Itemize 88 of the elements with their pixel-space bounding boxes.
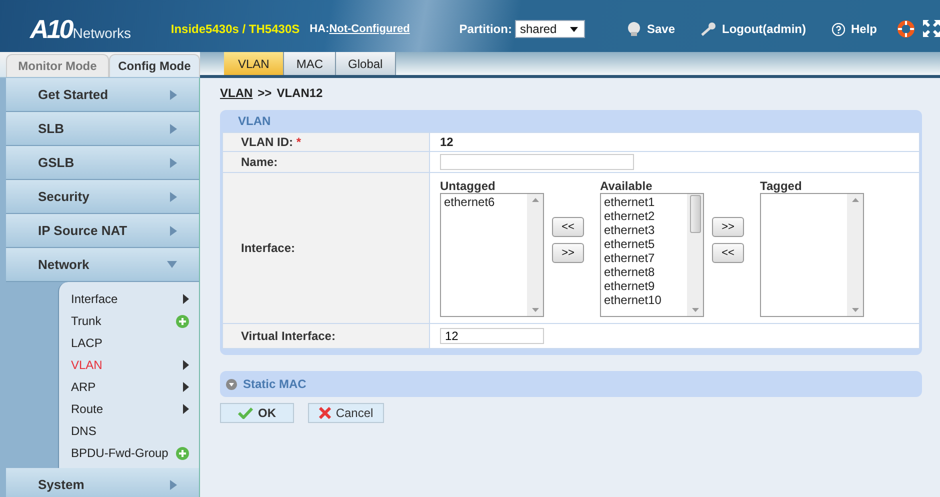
add-icon[interactable]	[176, 446, 189, 460]
chevron-icon	[170, 90, 177, 100]
form-button[interactable]: OK	[220, 403, 294, 423]
list-option[interactable]: ethernet1	[604, 195, 684, 209]
scroll-down-icon[interactable]	[532, 308, 538, 312]
triangle-icon	[183, 404, 189, 414]
chevron-down-icon	[167, 261, 177, 268]
bulb-icon	[626, 22, 641, 36]
cross-icon	[318, 407, 331, 419]
menu-item[interactable]: System	[6, 468, 199, 497]
menu-item[interactable]: Network	[6, 248, 199, 282]
triangle-icon	[183, 382, 189, 392]
check-icon	[238, 407, 253, 419]
list-box[interactable]	[760, 193, 864, 317]
list-title: Untagged	[440, 179, 496, 193]
scrollbar-thumb[interactable]	[690, 195, 700, 233]
lifebuoy-icon[interactable]	[897, 20, 915, 38]
submenu-item[interactable]: LACP	[59, 332, 199, 354]
fullscreen-icon[interactable]	[923, 20, 940, 37]
name-input[interactable]	[440, 154, 634, 170]
breadcrumb-link[interactable]: VLAN	[220, 86, 253, 100]
breadcrumb-separator: >>	[258, 86, 272, 100]
mode-tab[interactable]: Config Mode	[108, 54, 200, 77]
toggle-icon	[226, 378, 237, 390]
triangle-icon	[183, 360, 189, 370]
scroll-up-icon[interactable]	[532, 198, 538, 202]
triangle-icon	[183, 294, 189, 304]
submenu-item[interactable]: Route	[59, 398, 199, 420]
virtual-interface-input[interactable]: 12	[440, 328, 544, 344]
list-option[interactable]: ethernet2	[604, 209, 684, 223]
partition-label: Partition:	[459, 22, 512, 36]
key-icon	[701, 22, 716, 36]
field-label: VLAN ID: *	[222, 132, 430, 152]
menu-item[interactable]: SLB	[6, 112, 199, 146]
form-button[interactable]: Cancel	[308, 403, 384, 423]
device-name: Inside5430s / TH5430S	[170, 22, 300, 36]
partition-dropdown[interactable]: shared	[514, 20, 585, 38]
panel-title: VLAN	[238, 114, 271, 128]
menu-item[interactable]: Get Started	[6, 78, 199, 112]
list-option[interactable]: ethernet7	[604, 251, 684, 265]
field-label: Interface:	[222, 172, 430, 324]
vlan-id-value: 12	[430, 132, 920, 152]
move-button[interactable]: <<	[552, 217, 584, 237]
scroll-down-icon[interactable]	[692, 308, 698, 312]
list-option[interactable]: ethernet6	[444, 195, 524, 209]
breadcrumb-current: VLAN12	[276, 86, 323, 100]
sub-tab[interactable]: MAC	[284, 52, 336, 75]
chevron-icon	[170, 480, 177, 490]
ha-label: HA:	[310, 23, 330, 35]
move-button[interactable]: <<	[712, 243, 744, 263]
submenu-item[interactable]: ARP	[59, 376, 199, 398]
submenu-item[interactable]: BPDU-Fwd-Group	[59, 442, 199, 464]
chevron-icon	[170, 226, 177, 236]
chevron-icon	[170, 192, 177, 202]
chevron-icon	[170, 124, 177, 134]
list-box[interactable]: ethernet1 ethernet2 ethernet3 ethernet5 ethernet7 ethernet8 ethernet9 ethernet10	[600, 193, 704, 317]
field-label: Virtual Interface:	[222, 324, 430, 348]
mode-tab[interactable]: Monitor Mode	[6, 54, 109, 77]
menu-item[interactable]: Security	[6, 180, 199, 214]
menu-item[interactable]: IP Source NAT	[6, 214, 199, 248]
list-option[interactable]: ethernet10	[604, 293, 684, 307]
sub-tab[interactable]: Global	[336, 52, 396, 75]
list-box[interactable]: ethernet6	[440, 193, 544, 317]
scroll-down-icon[interactable]	[852, 308, 858, 312]
scroll-up-icon[interactable]	[852, 198, 858, 202]
header-action[interactable]: Save	[626, 22, 675, 36]
header-action[interactable]: Logout(admin)	[701, 22, 806, 36]
list-option[interactable]: ethernet9	[604, 279, 684, 293]
logo: A10Networks	[28, 14, 132, 44]
caret-icon	[570, 26, 578, 32]
list-title: Tagged	[760, 179, 803, 193]
list-title: Available	[600, 179, 654, 193]
submenu-item[interactable]: Trunk	[59, 310, 199, 332]
sub-tab[interactable]: VLAN	[224, 52, 284, 75]
submenu-item[interactable]: DNS	[59, 420, 199, 442]
list-option[interactable]: ethernet5	[604, 237, 684, 251]
list-option[interactable]: ethernet3	[604, 223, 684, 237]
submenu-item[interactable]: Interface	[59, 288, 199, 310]
header-action[interactable]: Help	[832, 22, 877, 36]
help-icon	[832, 22, 845, 36]
move-button[interactable]: >>	[552, 243, 584, 263]
chevron-icon	[170, 158, 177, 168]
ha-status-link[interactable]: Not-Configured	[329, 23, 410, 35]
list-option[interactable]: ethernet8	[604, 265, 684, 279]
add-icon[interactable]	[176, 314, 189, 328]
move-button[interactable]: >>	[712, 217, 744, 237]
menu-item[interactable]: GSLB	[6, 146, 199, 180]
field-label: Name:	[222, 152, 430, 172]
